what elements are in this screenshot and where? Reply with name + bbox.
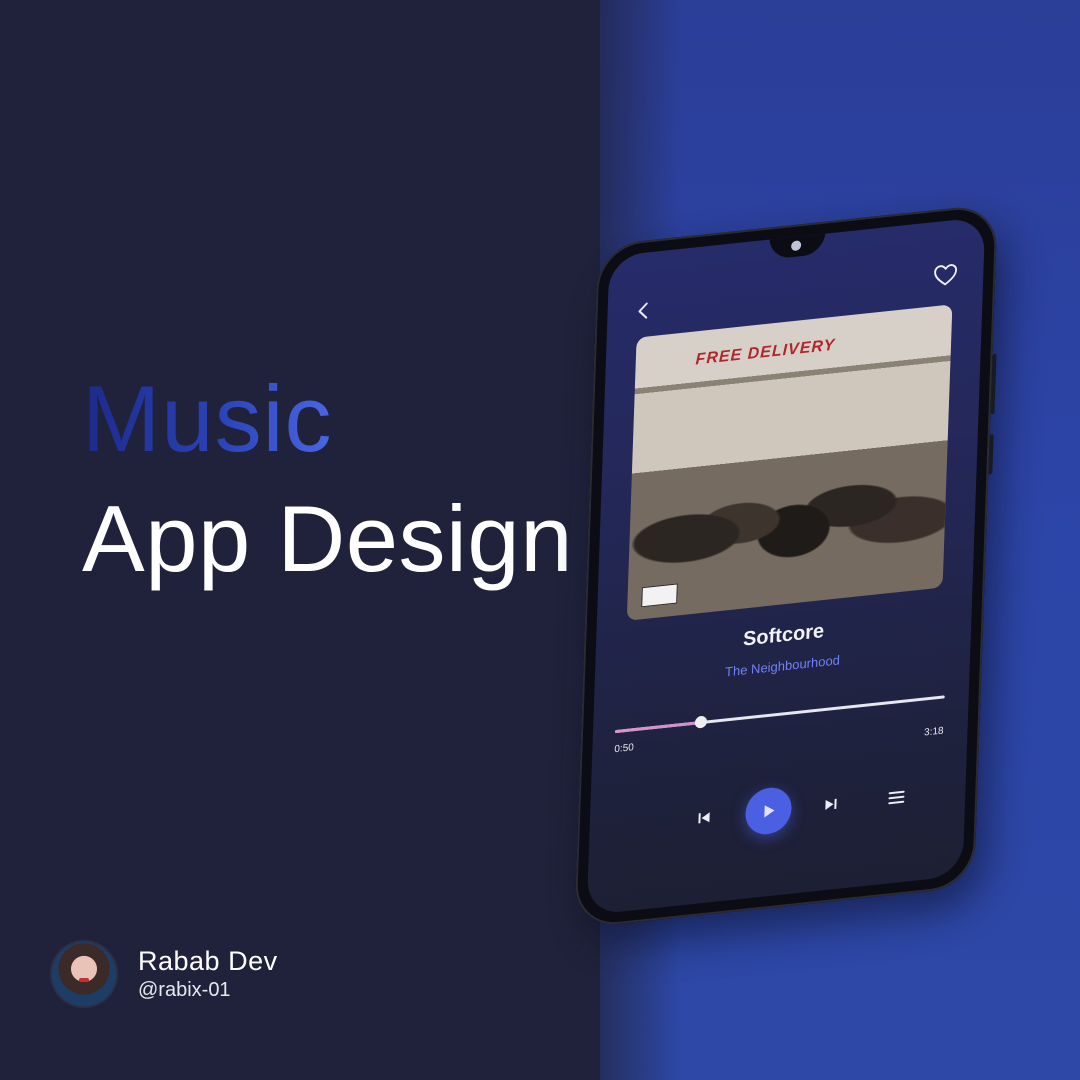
phone-screen: FREE DELIVERY Softcore The Neighbourhood… bbox=[586, 216, 986, 916]
play-icon bbox=[764, 805, 775, 818]
favorite-button[interactable] bbox=[931, 259, 960, 290]
play-button[interactable] bbox=[744, 785, 793, 837]
next-button[interactable] bbox=[815, 788, 846, 821]
author-name: Rabab Dev bbox=[138, 946, 278, 976]
heart-icon bbox=[934, 264, 958, 286]
progress-fill bbox=[614, 721, 701, 734]
back-button[interactable] bbox=[631, 298, 656, 325]
headline-music: Music bbox=[82, 366, 333, 471]
headline-app-design: App Design bbox=[82, 486, 573, 591]
queue-button[interactable] bbox=[881, 781, 912, 814]
progress-knob[interactable] bbox=[694, 715, 707, 729]
skip-previous-icon bbox=[698, 812, 710, 824]
time-elapsed: 0:50 bbox=[614, 742, 634, 756]
album-sign-text: FREE DELIVERY bbox=[695, 336, 836, 369]
skip-next-icon bbox=[825, 798, 837, 810]
avatar bbox=[52, 942, 116, 1006]
author-handle: @rabix-01 bbox=[138, 979, 231, 1001]
phone-body: FREE DELIVERY Softcore The Neighbourhood… bbox=[574, 203, 998, 929]
album-art: FREE DELIVERY bbox=[626, 304, 953, 621]
author-card: Rabab Dev @rabix-01 bbox=[52, 942, 278, 1006]
time-total: 3:18 bbox=[923, 725, 944, 739]
menu-icon bbox=[888, 790, 905, 805]
progress-bar[interactable] bbox=[614, 695, 945, 734]
chevron-left-icon bbox=[638, 302, 648, 319]
previous-button[interactable] bbox=[689, 801, 720, 834]
playback-controls bbox=[589, 767, 967, 857]
parental-advisory-label bbox=[641, 583, 678, 608]
